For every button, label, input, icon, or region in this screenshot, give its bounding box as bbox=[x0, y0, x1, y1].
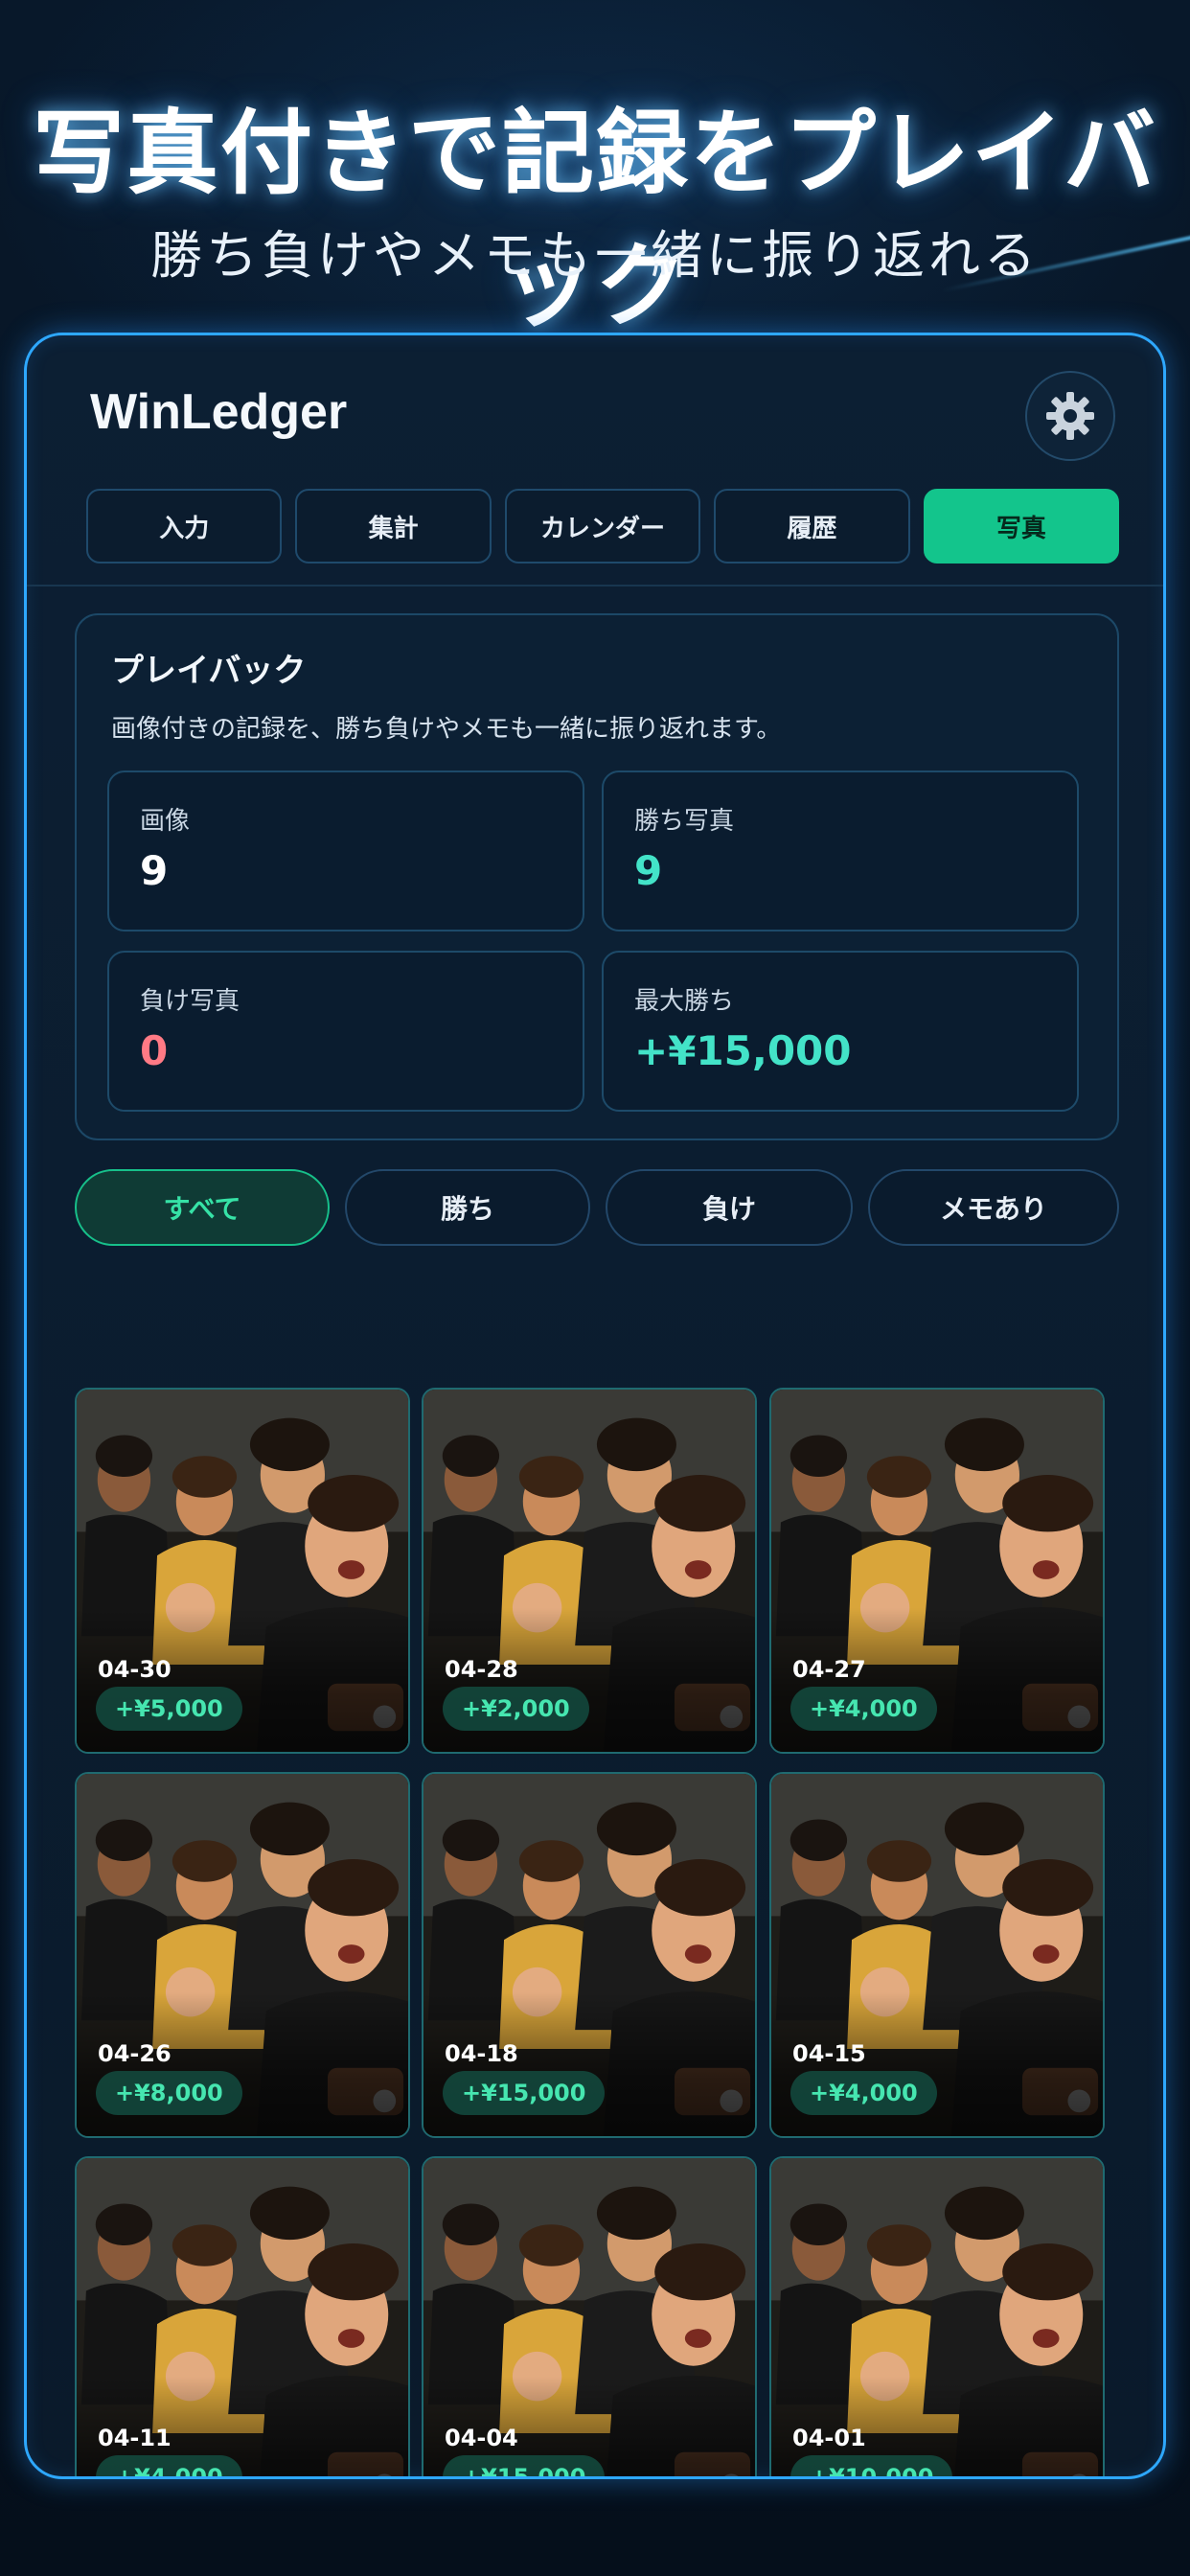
stat-win-photos: 勝ち写真 9 bbox=[602, 770, 1079, 932]
photo-date: 04-30 bbox=[98, 1656, 172, 1683]
hero-subtitle: 勝ち負けやメモも一緒に振り返れる bbox=[150, 225, 1040, 286]
photo-date: 04-01 bbox=[792, 2425, 866, 2451]
stat-label: 勝ち写真 bbox=[634, 807, 735, 836]
stat-value: 0 bbox=[140, 1027, 169, 1074]
stat-value: 9 bbox=[634, 847, 663, 894]
app-title: WinLedger bbox=[90, 384, 348, 440]
filter-with-memo[interactable]: メモあり bbox=[868, 1169, 1119, 1246]
filter-loss[interactable]: 負け bbox=[606, 1169, 853, 1246]
photo-amount-badge: +¥4,000 bbox=[790, 2071, 937, 2115]
app-window: WinLedger 入力 集計 カレンダー 履歴 写真 プレイバック 画像付きの… bbox=[24, 333, 1166, 2479]
settings-button[interactable] bbox=[1025, 371, 1115, 461]
stat-label: 最大勝ち bbox=[634, 987, 735, 1016]
filter-win[interactable]: 勝ち bbox=[345, 1169, 590, 1246]
photo-amount-badge: +¥4,000 bbox=[96, 2455, 242, 2476]
playback-title: プレイバック bbox=[111, 652, 307, 690]
photo-date: 04-18 bbox=[445, 2040, 518, 2067]
photo-amount-badge: +¥15,000 bbox=[443, 2455, 606, 2476]
hero-title: 写真付きで記録をプレイバック bbox=[32, 100, 1158, 340]
photo-card[interactable]: 04-27 +¥4,000 bbox=[769, 1388, 1105, 1754]
photo-card[interactable]: 04-18 +¥15,000 bbox=[422, 1772, 757, 2138]
playback-panel: プレイバック 画像付きの記録を、勝ち負けやメモも一緒に振り返れます。 画像 9 … bbox=[75, 613, 1119, 1140]
photo-date: 04-26 bbox=[98, 2040, 172, 2067]
header-divider bbox=[27, 585, 1163, 586]
photo-card[interactable]: 04-26 +¥8,000 bbox=[75, 1772, 410, 2138]
photo-amount-badge: +¥8,000 bbox=[96, 2071, 242, 2115]
tab-input[interactable]: 入力 bbox=[86, 489, 283, 564]
photo-card[interactable]: 04-30 +¥5,000 bbox=[75, 1388, 410, 1754]
photo-amount-badge: +¥5,000 bbox=[96, 1687, 242, 1731]
photo-date: 04-27 bbox=[792, 1656, 866, 1683]
photo-amount-badge: +¥15,000 bbox=[443, 2071, 606, 2115]
stat-value: 9 bbox=[140, 847, 169, 894]
tab-calendar[interactable]: カレンダー bbox=[504, 489, 701, 564]
photo-card[interactable]: 04-28 +¥2,000 bbox=[422, 1388, 757, 1754]
filter-all[interactable]: すべて bbox=[75, 1169, 330, 1246]
photo-date: 04-28 bbox=[445, 1656, 518, 1683]
photo-card[interactable]: 04-04 +¥15,000 bbox=[422, 2156, 757, 2476]
photo-amount-badge: +¥4,000 bbox=[790, 1687, 937, 1731]
playback-description: 画像付きの記録を、勝ち負けやメモも一緒に振り返れます。 bbox=[111, 715, 782, 744]
photo-amount-badge: +¥10,000 bbox=[790, 2455, 953, 2476]
photo-date: 04-15 bbox=[792, 2040, 866, 2067]
filter-chips: すべて 勝ち 負け メモあり bbox=[75, 1169, 1119, 1246]
photo-date: 04-11 bbox=[98, 2425, 172, 2451]
gear-icon bbox=[1046, 392, 1094, 440]
photo-card[interactable]: 04-01 +¥10,000 bbox=[769, 2156, 1105, 2476]
tab-summary[interactable]: 集計 bbox=[295, 489, 492, 564]
stat-loss-photos: 負け写真 0 bbox=[107, 951, 584, 1112]
photo-card[interactable]: 04-15 +¥4,000 bbox=[769, 1772, 1105, 2138]
main-tabs: 入力 集計 カレンダー 履歴 写真 bbox=[86, 489, 1120, 564]
photo-card[interactable]: 04-11 +¥4,000 bbox=[75, 2156, 410, 2476]
stat-max-win: 最大勝ち +¥15,000 bbox=[602, 951, 1079, 1112]
photo-date: 04-04 bbox=[445, 2425, 518, 2451]
stat-label: 画像 bbox=[140, 807, 191, 836]
photo-amount-badge: +¥2,000 bbox=[443, 1687, 589, 1731]
tab-history[interactable]: 履歴 bbox=[714, 489, 910, 564]
stat-label: 負け写真 bbox=[140, 987, 240, 1016]
stat-value: +¥15,000 bbox=[634, 1027, 852, 1074]
tab-photos[interactable]: 写真 bbox=[923, 489, 1120, 564]
stat-images: 画像 9 bbox=[107, 770, 584, 932]
